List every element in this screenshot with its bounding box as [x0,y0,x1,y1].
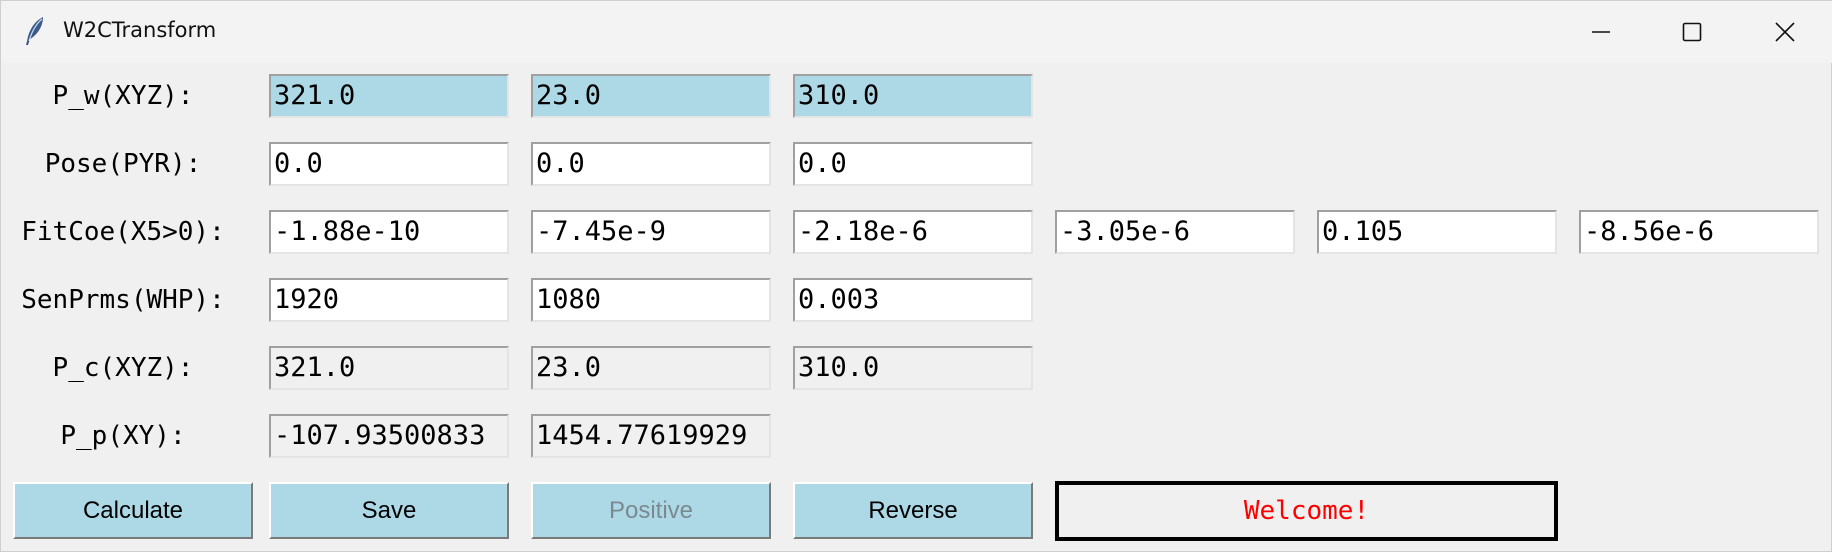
save-button[interactable]: Save [269,482,509,539]
pp-label: P_p(XY): [60,421,186,451]
window-title: W2CTransform [63,18,217,42]
fitcoe-4-input[interactable]: -3.05e-6 [1055,210,1295,254]
pose-y-input[interactable]: 0.0 [531,142,771,186]
senprms-h-input[interactable]: 1080 [531,278,771,322]
pc-y-field[interactable]: 23.0 [531,346,771,390]
pose-label: Pose(PYR): [44,149,202,179]
pp-y-field[interactable]: 1454.77619929 [531,414,771,458]
fitcoe-5-input[interactable]: 0.105 [1317,210,1557,254]
pw-y-input[interactable]: 23.0 [531,74,771,118]
pp-x-field[interactable]: -107.93500833 [269,414,509,458]
title-bar[interactable]: W2CTransform [1,1,1832,63]
pw-label: P_w(XYZ): [52,81,194,111]
minimize-icon [1591,22,1611,42]
maximize-icon [1682,22,1702,42]
fitcoe-3-input[interactable]: -2.18e-6 [793,210,1033,254]
pose-r-input[interactable]: 0.0 [793,142,1033,186]
senprms-w-input[interactable]: 1920 [269,278,509,322]
fitcoe-1-input[interactable]: -1.88e-10 [269,210,509,254]
fitcoe-label: FitCoe(X5>0): [21,217,225,247]
positive-button[interactable]: Positive [531,482,771,539]
senprms-label: SenPrms(WHP): [21,285,225,315]
reverse-button[interactable]: Reverse [793,482,1033,539]
pc-z-field[interactable]: 310.0 [793,346,1033,390]
maximize-button[interactable] [1646,1,1738,63]
app-window: W2CTransform P_w(XYZ): 321.0 23.0 310.0 … [0,0,1832,552]
fitcoe-6-input[interactable]: -8.56e-6 [1579,210,1819,254]
pose-p-input[interactable]: 0.0 [269,142,509,186]
minimize-button[interactable] [1555,1,1647,63]
feather-icon [21,15,49,47]
senprms-p-input[interactable]: 0.003 [793,278,1033,322]
close-button[interactable] [1739,1,1831,63]
calculate-button[interactable]: Calculate [13,482,253,539]
pw-z-input[interactable]: 310.0 [793,74,1033,118]
status-message: Welcome! [1055,481,1558,541]
close-icon [1775,22,1795,42]
pc-x-field[interactable]: 321.0 [269,346,509,390]
pc-label: P_c(XYZ): [52,353,194,383]
fitcoe-2-input[interactable]: -7.45e-9 [531,210,771,254]
pw-x-input[interactable]: 321.0 [269,74,509,118]
